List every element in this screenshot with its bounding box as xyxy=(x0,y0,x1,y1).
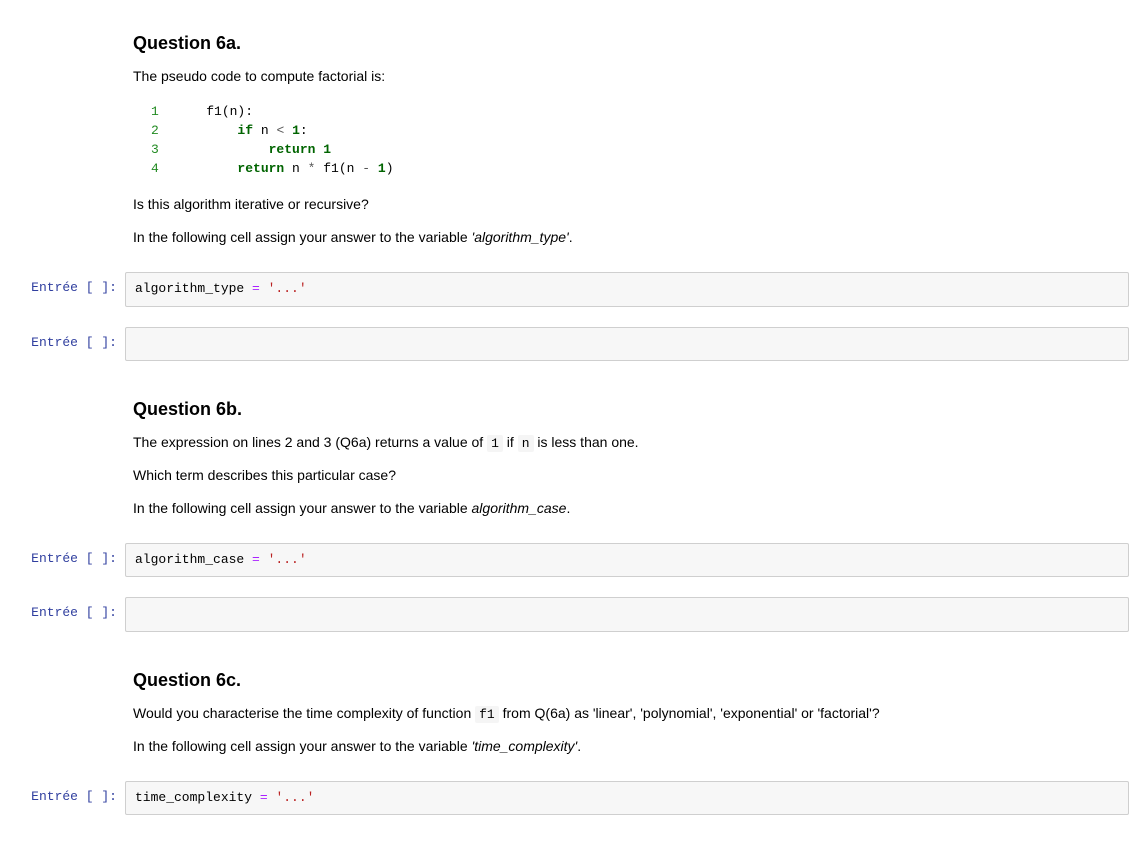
code-var: algorithm_case xyxy=(135,552,244,567)
instruction-prefix: In the following cell assign your answer… xyxy=(133,500,472,516)
question-text: Which term describes this particular cas… xyxy=(133,465,1121,486)
instruction-suffix: . xyxy=(577,738,581,754)
instruction-prefix: In the following cell assign your answer… xyxy=(133,229,472,245)
instruction-var: 'algorithm_type' xyxy=(472,229,569,245)
input-prompt: Entrée [ ]: xyxy=(15,327,125,361)
code-cell: Entrée [ ]: xyxy=(15,327,1129,361)
code-str: '...' xyxy=(275,790,314,805)
input-prompt: Entrée [ ]: xyxy=(15,597,125,631)
code-cell: Entrée [ ]: algorithm_type = '...' xyxy=(15,272,1129,306)
code-str: '...' xyxy=(268,552,307,567)
code-input[interactable]: algorithm_type = '...' xyxy=(125,272,1129,306)
question-instruction: In the following cell assign your answer… xyxy=(133,498,1121,519)
code-cell: Entrée [ ]: xyxy=(15,597,1129,631)
pseudo-code-block: 1 f1(n):2 if n < 1:3 return 14 return n … xyxy=(133,99,1121,182)
instruction-var: 'time_complexity' xyxy=(472,738,578,754)
question-title: Question 6b. xyxy=(133,399,1121,420)
question-instruction: In the following cell assign your answer… xyxy=(133,227,1121,248)
code-input[interactable]: time_complexity = '...' xyxy=(125,781,1129,815)
code-op: = xyxy=(244,281,267,296)
code-input[interactable] xyxy=(125,597,1129,631)
code-op: = xyxy=(252,790,275,805)
code-op: = xyxy=(244,552,267,567)
text-segment: is less than one. xyxy=(534,434,639,450)
code-cell: Entrée [ ]: algorithm_case = '...' xyxy=(15,543,1129,577)
question-instruction: In the following cell assign your answer… xyxy=(133,736,1121,757)
question-text: Is this algorithm iterative or recursive… xyxy=(133,194,1121,215)
question-line1: Would you characterise the time complexi… xyxy=(133,703,1121,725)
text-segment: Would you characterise the time complexi… xyxy=(133,705,475,721)
text-segment: The expression on lines 2 and 3 (Q6a) re… xyxy=(133,434,487,450)
code-var: algorithm_type xyxy=(135,281,244,296)
instruction-suffix: . xyxy=(566,500,570,516)
code-input[interactable] xyxy=(125,327,1129,361)
code-str: '...' xyxy=(268,281,307,296)
input-prompt: Entrée [ ]: xyxy=(15,543,125,577)
text-segment: from Q(6a) as 'linear', 'polynomial', 'e… xyxy=(499,705,880,721)
instruction-suffix: . xyxy=(569,229,573,245)
inline-code: n xyxy=(518,435,534,452)
markdown-cell-q6c: Question 6c. Would you characterise the … xyxy=(15,652,1129,778)
markdown-cell-q6b: Question 6b. The expression on lines 2 a… xyxy=(15,381,1129,540)
input-prompt: Entrée [ ]: xyxy=(15,272,125,306)
markdown-cell-q6a: Question 6a. The pseudo code to compute … xyxy=(15,15,1129,268)
question-intro: The pseudo code to compute factorial is: xyxy=(133,66,1121,87)
code-input[interactable]: algorithm_case = '...' xyxy=(125,543,1129,577)
instruction-var: algorithm_case xyxy=(472,500,567,516)
code-var: time_complexity xyxy=(135,790,252,805)
inline-code: f1 xyxy=(475,706,499,723)
code-cell: Entrée [ ]: time_complexity = '...' xyxy=(15,781,1129,815)
question-title: Question 6c. xyxy=(133,670,1121,691)
text-segment: if xyxy=(503,434,518,450)
question-line1: The expression on lines 2 and 3 (Q6a) re… xyxy=(133,432,1121,454)
notebook: Question 6a. The pseudo code to compute … xyxy=(0,0,1144,865)
question-title: Question 6a. xyxy=(133,33,1121,54)
inline-code: 1 xyxy=(487,435,503,452)
instruction-prefix: In the following cell assign your answer… xyxy=(133,738,472,754)
input-prompt: Entrée [ ]: xyxy=(15,781,125,815)
